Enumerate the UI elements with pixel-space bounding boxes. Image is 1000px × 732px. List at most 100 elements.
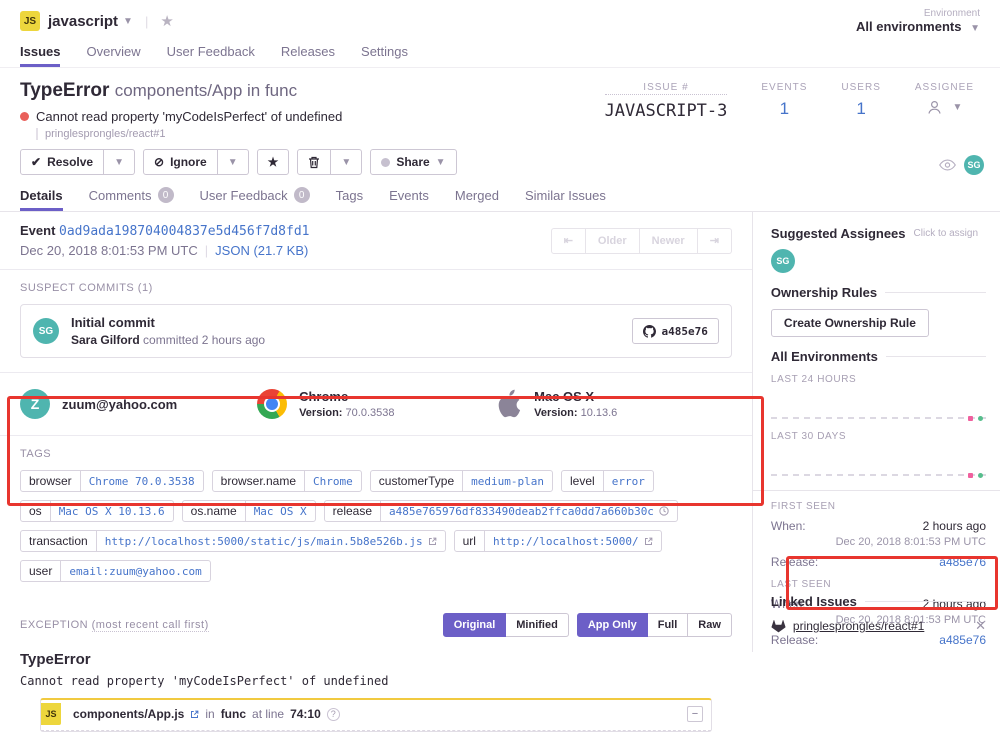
assignee-selector[interactable]: ▼ xyxy=(915,99,974,116)
tag-user[interactable]: useremail:zuum@yahoo.com xyxy=(20,560,211,582)
app-header: JS javascript ▼ | ★ Environment All envi… xyxy=(0,0,1000,68)
older-event-button[interactable]: Older xyxy=(586,228,640,254)
suggested-assignee-avatar[interactable]: SG xyxy=(771,249,795,273)
toggle-original-button[interactable]: Original xyxy=(443,613,507,637)
tab-merged[interactable]: Merged xyxy=(455,183,499,211)
event-context-summary: Z zuum@yahoo.com Chrome Version: 70.0.35… xyxy=(0,372,752,435)
seen-by-avatar[interactable]: SG xyxy=(964,155,984,175)
nav-item-overview[interactable]: Overview xyxy=(86,38,140,67)
nav-item-issues[interactable]: Issues xyxy=(20,38,60,67)
issue-tabs: Details Comments0 User Feedback0 Tags Ev… xyxy=(0,183,1000,212)
info-icon[interactable]: ? xyxy=(327,708,340,721)
environment-label: Environment xyxy=(856,8,980,19)
user-avatar: Z xyxy=(20,389,50,419)
tab-tags[interactable]: Tags xyxy=(336,183,363,211)
delete-dropdown-button[interactable]: ▼ xyxy=(331,149,362,175)
event-toolbar: Event 0ad9ada198704004837e5d456f7d8fd1 D… xyxy=(0,212,752,270)
project-selector[interactable]: javascript xyxy=(48,13,118,30)
last-seen-release-link[interactable]: a485e76 xyxy=(939,633,986,647)
ignore-dropdown-button[interactable]: ▼ xyxy=(218,149,249,175)
event-details-main: Event 0ad9ada198704004837e5d456f7d8fd1 D… xyxy=(0,212,753,652)
spike-marker-green xyxy=(978,416,983,421)
last-seen-heading: LAST SEEN xyxy=(771,579,986,590)
tag-browser-name[interactable]: browser.nameChrome xyxy=(212,470,362,492)
tab-comments[interactable]: Comments0 xyxy=(89,183,174,211)
delete-button[interactable] xyxy=(297,149,331,175)
resolve-button[interactable]: ✔Resolve xyxy=(20,149,104,175)
error-type: TypeError xyxy=(20,80,109,101)
resolve-dropdown-button[interactable]: ▼ xyxy=(104,149,135,175)
divider: | xyxy=(145,14,148,29)
tag-os-name[interactable]: os.nameMac OS X xyxy=(182,500,316,522)
tag-os[interactable]: osMac OS X 10.13.6 xyxy=(20,500,174,522)
toggle-raw-button[interactable]: Raw xyxy=(688,613,732,637)
last-30-days-label: LAST 30 DAYS xyxy=(771,431,986,442)
environment-selector[interactable]: All environments ▼ xyxy=(856,19,980,34)
context-os: Mac OS X Version: 10.13.6 xyxy=(494,388,731,420)
context-user: Z zuum@yahoo.com xyxy=(20,388,257,420)
click-to-assign-note: Click to assign xyxy=(914,228,978,239)
event-json-link[interactable]: JSON (21.7 KB) xyxy=(215,243,308,258)
commit-title: Initial commit xyxy=(71,315,265,330)
newest-event-button[interactable]: ⇥ xyxy=(698,228,732,254)
nav-item-releases[interactable]: Releases xyxy=(281,38,335,67)
toggle-app-only-button[interactable]: App Only xyxy=(577,613,648,637)
chevron-down-icon[interactable]: ▼ xyxy=(123,16,133,27)
context-browser: Chrome Version: 70.0.3538 xyxy=(257,388,494,420)
clock-icon xyxy=(659,506,669,516)
tag-transaction[interactable]: transactionhttp://localhost:5000/static/… xyxy=(20,530,446,552)
share-button[interactable]: Share ▼ xyxy=(370,149,456,175)
os-name: Mac OS X xyxy=(534,389,617,404)
gitlab-icon xyxy=(771,619,786,633)
tab-similar-issues[interactable]: Similar Issues xyxy=(525,183,606,211)
create-ownership-rule-button[interactable]: Create Ownership Rule xyxy=(771,309,929,337)
project-platform-icon: JS xyxy=(20,11,40,31)
stack-frame: JS components/App.js in func at line 74:… xyxy=(40,698,712,732)
tab-events[interactable]: Events xyxy=(389,183,429,211)
linked-issue-link[interactable]: pringlesprongles/react#1 xyxy=(793,619,924,633)
tab-details[interactable]: Details xyxy=(20,183,63,211)
events-count[interactable]: 1 xyxy=(761,99,807,119)
external-link-icon[interactable] xyxy=(190,710,199,719)
users-count[interactable]: 1 xyxy=(841,99,880,119)
apple-icon xyxy=(494,388,522,420)
bookmark-star-icon[interactable]: ★ xyxy=(160,12,173,30)
ignore-button[interactable]: ⊘Ignore xyxy=(143,149,218,175)
tag-customer-type[interactable]: customerTypemedium-plan xyxy=(370,470,553,492)
exception-heading-note: (most recent call first) xyxy=(92,619,209,632)
collapse-frame-button[interactable]: − xyxy=(687,706,703,722)
error-level-dot xyxy=(20,112,29,121)
comments-count-badge: 0 xyxy=(158,187,174,203)
linked-issues-title: Linked Issues xyxy=(771,594,857,609)
exception-type: TypeError xyxy=(20,651,732,668)
star-button[interactable]: ★ xyxy=(257,149,290,175)
project-nav: Issues Overview User Feedback Releases S… xyxy=(20,38,980,67)
commit-sha-button[interactable]: a485e76 xyxy=(632,318,719,344)
events-label: EVENTS xyxy=(761,82,807,93)
trash-icon xyxy=(308,156,320,169)
issue-annotation[interactable]: pringlesprongles/react#1 xyxy=(36,128,605,140)
issue-message: Cannot read property 'myCodeIsPerfect' o… xyxy=(36,109,342,124)
commit-author-avatar: SG xyxy=(33,318,59,344)
first-seen-release-link[interactable]: a485e76 xyxy=(939,555,986,569)
tags-section: TAGS browserChrome 70.0.3538browser.name… xyxy=(0,435,752,600)
nav-item-user-feedback[interactable]: User Feedback xyxy=(167,38,255,67)
nav-item-settings[interactable]: Settings xyxy=(361,38,408,67)
tag-browser[interactable]: browserChrome 70.0.3538 xyxy=(20,470,204,492)
close-icon[interactable]: ✕ xyxy=(975,618,986,634)
chevron-down-icon: ▼ xyxy=(341,157,351,168)
share-status-dot xyxy=(381,158,390,167)
spike-marker-pink xyxy=(968,416,973,421)
tag-url[interactable]: urlhttp://localhost:5000/ xyxy=(454,530,662,552)
newer-event-button[interactable]: Newer xyxy=(640,228,698,254)
toggle-full-button[interactable]: Full xyxy=(648,613,689,637)
toggle-minified-button[interactable]: Minified xyxy=(506,613,569,637)
tag-level[interactable]: levelerror xyxy=(561,470,654,492)
exception-section: EXCEPTION (most recent call first) Origi… xyxy=(0,600,752,732)
commit-time: committed 2 hours ago xyxy=(143,333,265,347)
event-id-link[interactable]: 0ad9ada198704004837e5d456f7d8fd1 xyxy=(59,224,309,239)
chevron-down-icon: ▼ xyxy=(970,23,980,34)
tag-release[interactable]: releasea485e765976df833490deab2ffca0dd7a… xyxy=(324,500,678,522)
oldest-event-button[interactable]: ⇤ xyxy=(551,228,586,254)
tab-user-feedback[interactable]: User Feedback0 xyxy=(200,183,310,211)
